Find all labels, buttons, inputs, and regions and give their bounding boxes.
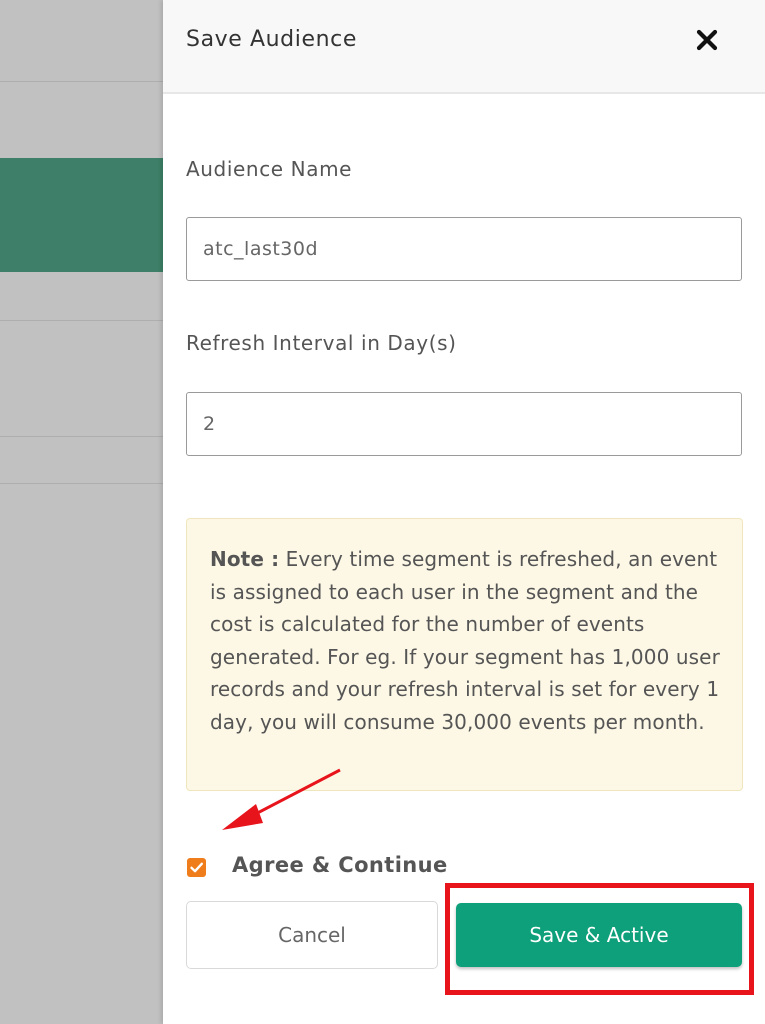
note-text: Every time segment is refreshed, an even… bbox=[210, 547, 720, 734]
refresh-interval-label: Refresh Interval in Day(s) bbox=[186, 331, 457, 355]
note-prefix: Note : bbox=[210, 547, 280, 571]
save-audience-drawer: Save Audience Audience Name Refresh Inte… bbox=[163, 0, 765, 1024]
drawer-title: Save Audience bbox=[186, 27, 357, 52]
background-divider bbox=[0, 436, 163, 437]
background-overlay bbox=[0, 0, 163, 1024]
save-active-button[interactable]: Save & Active bbox=[456, 903, 742, 967]
cost-note: Note : Every time segment is refreshed, … bbox=[186, 518, 743, 791]
background-selected-row bbox=[0, 158, 163, 272]
background-divider bbox=[0, 320, 163, 321]
agree-continue-label[interactable]: Agree & Continue bbox=[232, 853, 448, 877]
close-icon[interactable] bbox=[695, 28, 719, 52]
drawer-header: Save Audience bbox=[163, 0, 765, 94]
audience-name-input[interactable] bbox=[186, 217, 742, 281]
cancel-button[interactable]: Cancel bbox=[186, 901, 438, 969]
background-divider bbox=[0, 81, 163, 82]
agree-checkbox[interactable] bbox=[187, 858, 206, 877]
background-divider bbox=[0, 483, 163, 484]
audience-name-label: Audience Name bbox=[186, 157, 353, 181]
checkmark-icon bbox=[190, 862, 203, 873]
refresh-interval-input[interactable] bbox=[186, 392, 742, 456]
